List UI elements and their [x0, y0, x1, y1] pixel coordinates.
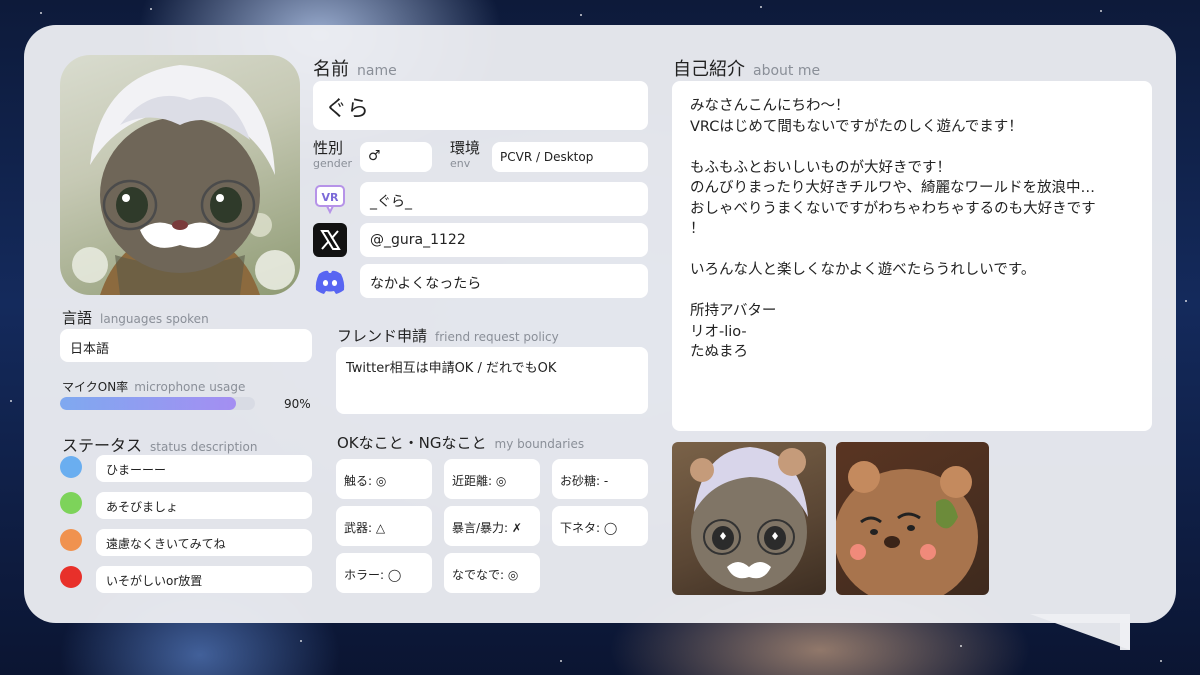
name-value: ぐら	[325, 97, 370, 122]
x-twitter-icon	[313, 223, 347, 257]
boundary-item: お砂糖: -	[552, 459, 648, 499]
boundary-item: 近距離: ◎	[444, 459, 540, 499]
mic-label: マイクON率 microphone usage	[62, 380, 246, 394]
avatar-photo-tanumaro	[836, 442, 989, 595]
boundary-item: 暴言/暴力: ✗	[444, 506, 540, 546]
svg-text:VR: VR	[322, 191, 340, 204]
status-dot-1	[60, 456, 82, 478]
env-field: PCVR / Desktop	[492, 142, 648, 172]
friend-request-label: フレンド申請 friend request policy	[337, 327, 559, 345]
friend-request-field: Twitter相互は申請OK / だれでもOK	[336, 347, 648, 414]
twitter-field: @_gura_1122	[360, 223, 648, 257]
mic-progress-bar	[60, 397, 255, 410]
mic-percent: 90%	[284, 397, 311, 411]
status-dot-3	[60, 529, 82, 551]
boundary-item: 触る: ◎	[336, 459, 432, 499]
mic-progress-fill	[60, 397, 236, 410]
status-item-3: 遠慮なくきいてみてね	[96, 529, 312, 556]
avatar	[60, 55, 300, 295]
status-dot-2	[60, 492, 82, 514]
boundary-item: 下ネタ: ◯	[552, 506, 648, 546]
boundary-item: ホラー: ◯	[336, 553, 432, 593]
vrchat-icon: VR	[313, 182, 347, 216]
name-label: 名前 name	[313, 59, 397, 80]
languages-label: 言語 languages spoken	[62, 309, 209, 327]
vrchat-field: _ぐら_	[360, 182, 648, 216]
about-text: みなさんこんにちわ～！ VRCはじめて間もないですがたのしく遊んでます！ もふも…	[690, 98, 1096, 360]
gender-field: ♂	[360, 142, 432, 172]
boundary-item: 武器: △	[336, 506, 432, 546]
speech-bubble-tail	[1030, 614, 1130, 650]
name-field: ぐら	[313, 81, 648, 130]
languages-field: 日本語	[60, 329, 312, 362]
gender-label: 性別 gender	[313, 139, 352, 171]
boundary-item: なでなで: ◎	[444, 553, 540, 593]
status-label: ステータス status description	[62, 436, 258, 455]
status-item-2: あそびましょ	[96, 492, 312, 519]
status-item-4: いそがしいor放置	[96, 566, 312, 593]
status-item-1: ひまーーー	[96, 455, 312, 482]
status-dot-4	[60, 566, 82, 588]
discord-icon	[313, 264, 347, 298]
env-label: 環境 env	[450, 139, 481, 171]
boundaries-label: OKなこと・NGなこと my boundaries	[337, 434, 585, 452]
discord-field: なかよくなったら	[360, 264, 648, 298]
avatar-photo-lio	[672, 442, 826, 595]
about-label: 自己紹介 about me	[673, 59, 821, 80]
